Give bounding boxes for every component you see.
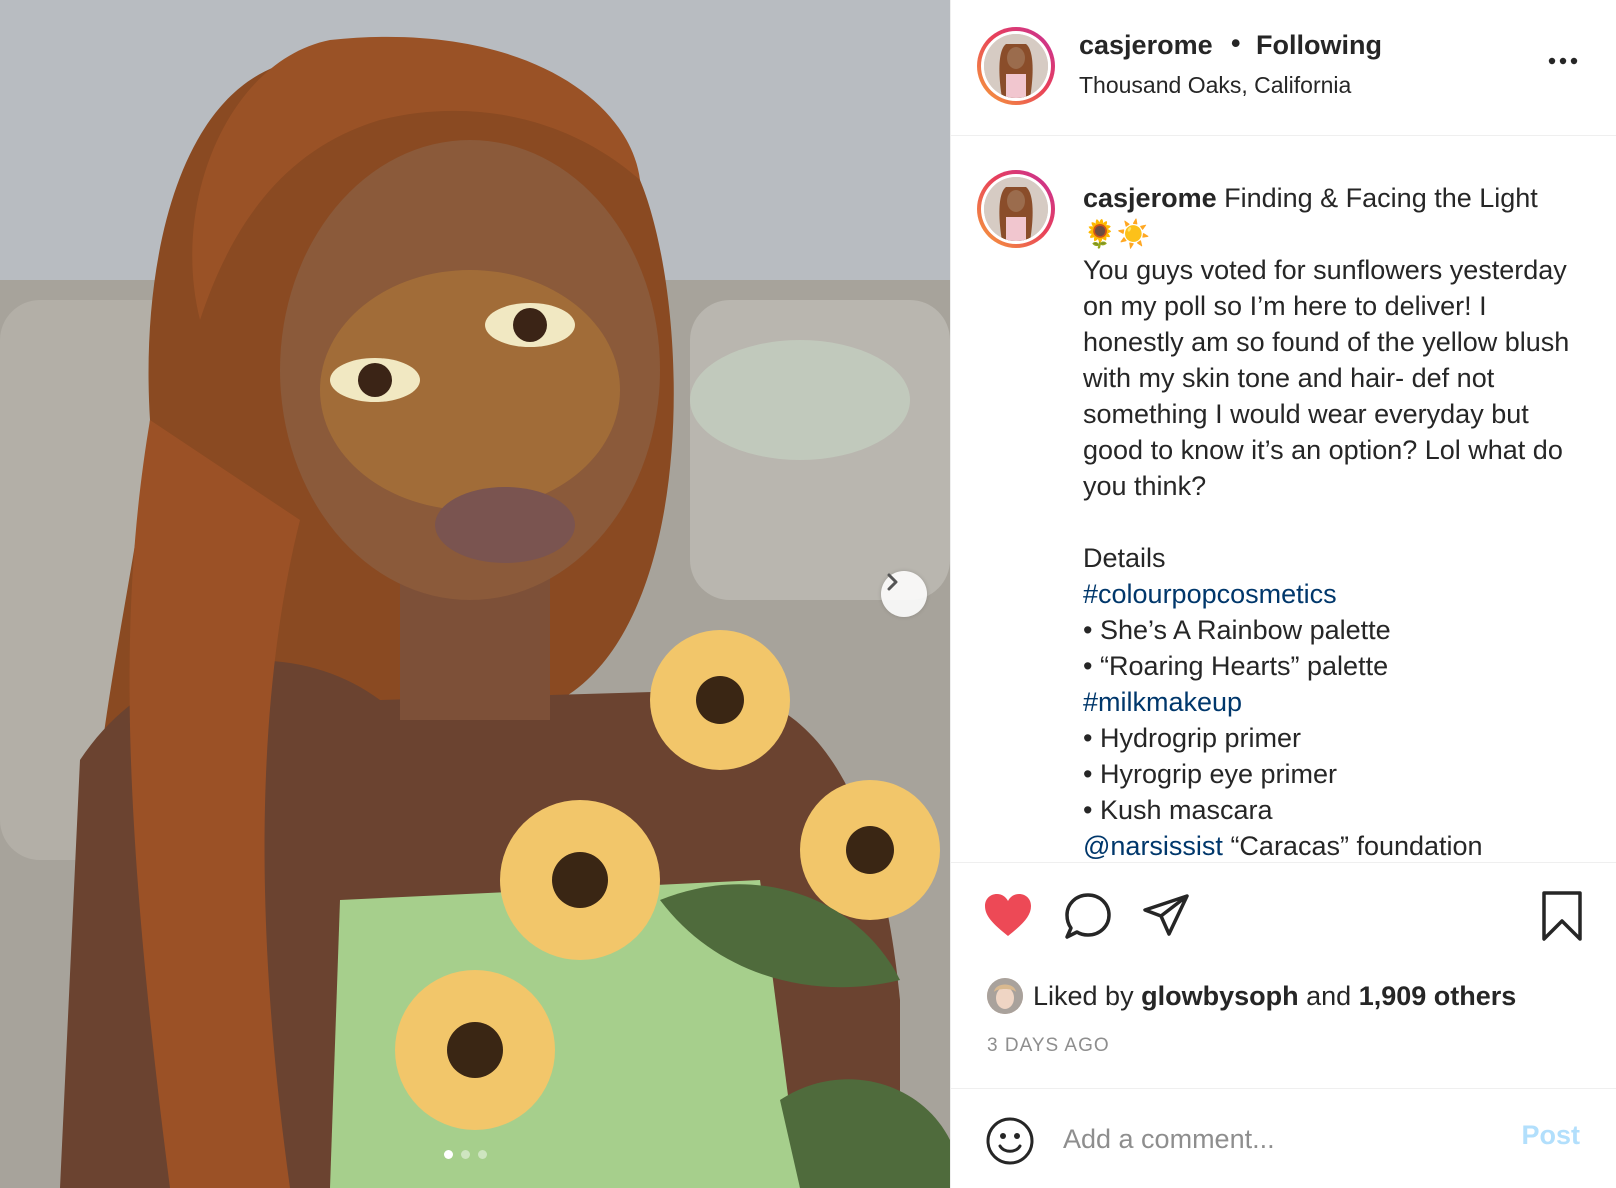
save-button[interactable] xyxy=(1540,890,1584,947)
bookmark-icon xyxy=(1542,891,1582,941)
caption-emojis: 🌻☀️ xyxy=(1083,219,1151,249)
avatar-image xyxy=(987,978,1023,1014)
likes-count[interactable]: 1,909 others xyxy=(1359,981,1517,1012)
post-photo[interactable] xyxy=(0,0,950,1188)
like-button[interactable] xyxy=(983,892,1033,943)
carousel-dot xyxy=(444,1150,453,1159)
hashtag-link[interactable]: #milkmakeup xyxy=(1083,687,1242,717)
list-item: • Hyrogrip eye primer xyxy=(1083,759,1338,789)
avatar-image xyxy=(984,177,1048,241)
header-separator: • xyxy=(1231,28,1241,58)
caption-title: Finding & Facing the Light xyxy=(1224,183,1538,213)
comment-button[interactable] xyxy=(1063,892,1113,945)
heart-icon xyxy=(985,894,1031,936)
details-label: Details xyxy=(1083,543,1166,573)
next-slide-button[interactable] xyxy=(881,571,927,617)
caption-section: casjerome Finding & Facing the Light 🌻☀️… xyxy=(951,136,1616,862)
emoji-icon xyxy=(986,1117,1034,1165)
likes-summary: Liked by glowbysoph and 1,909 others xyxy=(987,978,1516,1014)
caption-username[interactable]: casjerome xyxy=(1083,183,1217,213)
more-options-icon xyxy=(1548,57,1578,65)
emoji-button[interactable] xyxy=(985,1116,1035,1171)
hashtag-link[interactable]: #colourpopcosmetics xyxy=(1083,579,1337,609)
action-bar xyxy=(983,890,1584,950)
mention-link[interactable]: @narsissist xyxy=(1083,831,1223,861)
list-item: • She’s A Rainbow palette xyxy=(1083,615,1391,645)
mention-text: “Caracas” foundation xyxy=(1222,831,1483,861)
list-item: • Hydrogrip primer xyxy=(1083,723,1302,753)
caption-avatar[interactable] xyxy=(977,170,1055,248)
post-header: casjerome • Following Thousand Oaks, Cal… xyxy=(951,0,1616,136)
post-comment-button[interactable]: Post xyxy=(1521,1120,1580,1151)
carousel-dot xyxy=(478,1150,487,1159)
following-button[interactable]: Following xyxy=(1256,30,1382,61)
carousel-dot xyxy=(461,1150,470,1159)
avatar[interactable] xyxy=(977,27,1055,105)
post-timestamp[interactable]: 3 DAYS AGO xyxy=(987,1035,1110,1057)
caption-body: You guys voted for sunflowers yesterday … xyxy=(1083,255,1570,501)
share-icon xyxy=(1143,894,1189,936)
avatar-image xyxy=(984,34,1048,98)
header-username[interactable]: casjerome xyxy=(1079,30,1213,61)
carousel-indicator xyxy=(444,1150,487,1159)
likes-prefix: Liked by xyxy=(1033,980,1134,1011)
more-options-button[interactable] xyxy=(1548,52,1578,70)
chevron-right-icon xyxy=(887,573,898,591)
photo-illustration xyxy=(0,0,950,1188)
share-button[interactable] xyxy=(1141,892,1191,943)
list-item: • Kush mascara xyxy=(1083,795,1273,825)
divider xyxy=(951,862,1616,863)
location-link[interactable]: Thousand Oaks, California xyxy=(1079,72,1351,99)
liker-username[interactable]: glowbysoph xyxy=(1141,981,1299,1012)
divider xyxy=(951,1088,1616,1089)
comment-bar: Post xyxy=(951,1090,1616,1188)
liker-avatar[interactable] xyxy=(987,978,1023,1014)
post-details-panel: casjerome • Following Thousand Oaks, Cal… xyxy=(950,0,1616,1188)
comment-icon xyxy=(1065,893,1111,939)
likes-and: and xyxy=(1306,980,1352,1011)
caption-text: casjerome Finding & Facing the Light 🌻☀️… xyxy=(1083,180,1583,862)
comment-input[interactable] xyxy=(1061,1118,1495,1160)
list-item: • “Roaring Hearts” palette xyxy=(1083,651,1389,681)
